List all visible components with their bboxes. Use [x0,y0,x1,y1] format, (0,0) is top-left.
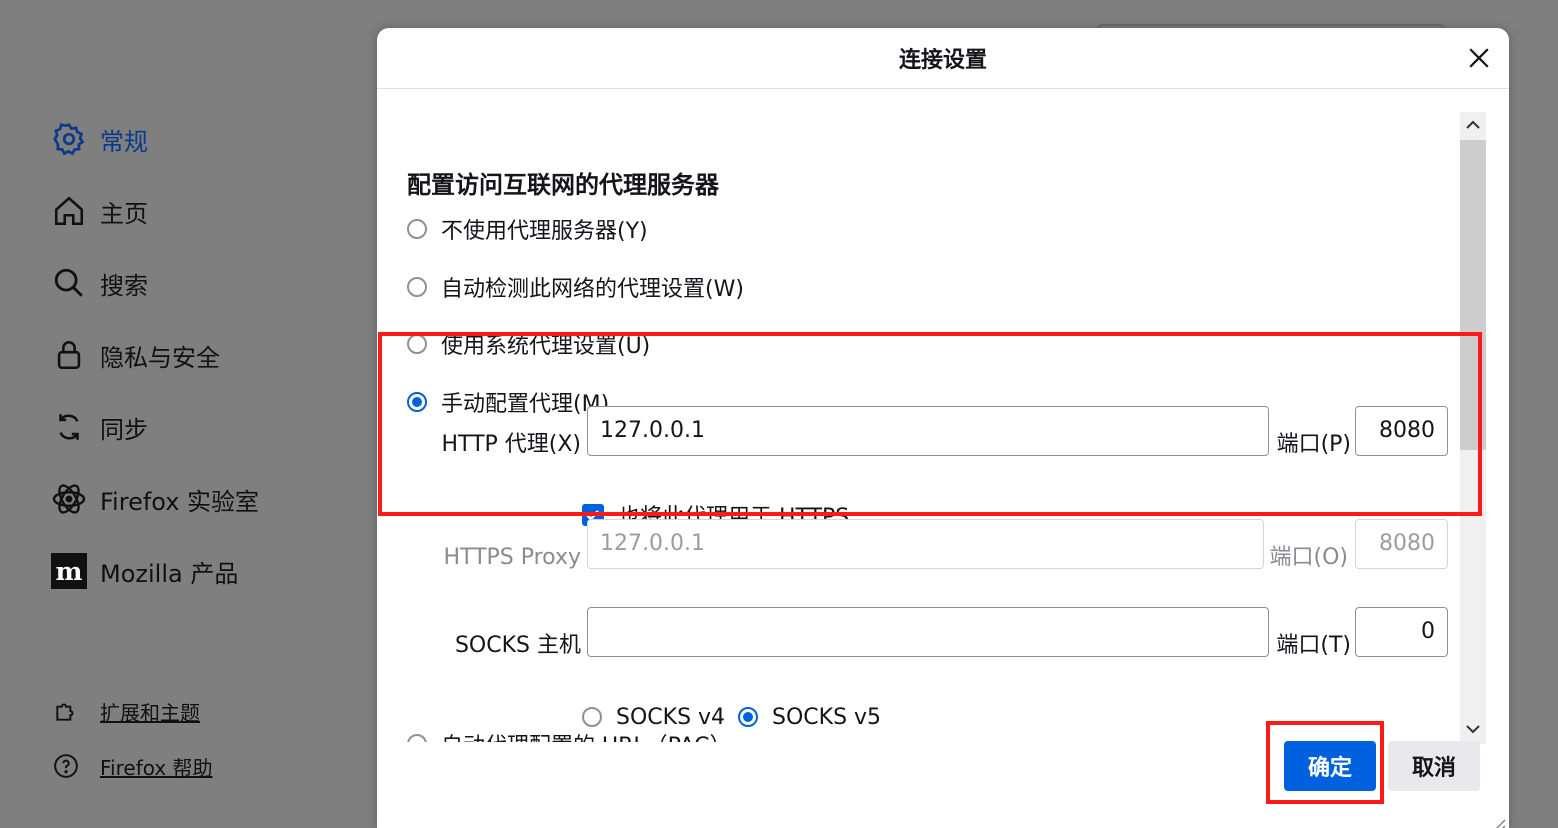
radio-label: 不使用代理服务器(Y) [441,219,648,244]
scroll-down-button[interactable] [1460,716,1486,742]
radio-pac-url[interactable]: 自动代理配置的 URL（PAC） [407,729,732,742]
section-title: 配置访问互联网的代理服务器 [407,171,719,199]
sidebar-item-label: 常规 [100,127,148,156]
help-icon [52,752,80,780]
chevron-down-icon [1466,725,1480,734]
firefox-help-link[interactable]: Firefox 帮助 [52,751,213,781]
sidebar-item-general[interactable]: 常规 [50,119,148,159]
close-button[interactable] [1463,42,1495,74]
sidebar-item-label: Mozilla 产品 [100,559,239,588]
sidebar-item-label: 搜索 [100,271,148,300]
sidebar: 常规 主页 搜索 隐私与安全 同步 Firefox 实验室 m Mozilla [0,0,370,813]
radio-label: SOCKS v4 [616,704,726,730]
cancel-button[interactable]: 取消 [1388,741,1480,791]
sidebar-item-labs[interactable]: Firefox 实验室 [50,479,259,519]
socks-port-input[interactable]: 0 [1355,607,1448,657]
labs-icon [50,480,88,518]
sidebar-item-sync[interactable]: 同步 [50,407,148,447]
socks-port-label: 端口(T) [1276,633,1351,658]
https-port-input[interactable]: 8080 [1355,519,1448,569]
highlight-manual-proxy [378,332,1482,516]
radio-label: 自动检测此网络的代理设置(W) [441,277,744,302]
puzzle-icon [52,697,80,725]
https-proxy-input[interactable]: 127.0.0.1 [587,519,1264,569]
lock-icon [50,336,88,374]
footer-link-label: Firefox 帮助 [100,755,213,780]
chevron-up-icon [1466,120,1480,129]
search-icon [50,264,88,302]
radio-button-selected[interactable] [738,707,758,727]
highlight-ok-button [1266,721,1384,804]
https-proxy-label: HTTPS Proxy [443,545,581,570]
close-icon [1469,48,1489,68]
dialog-header: 连接设置 [377,28,1509,89]
sidebar-item-label: 隐私与安全 [100,343,220,372]
sidebar-item-search[interactable]: 搜索 [50,263,148,303]
radio-auto-detect[interactable]: 自动检测此网络的代理设置(W) [407,272,744,302]
sidebar-item-privacy[interactable]: 隐私与安全 [50,335,220,375]
scroll-up-button[interactable] [1460,112,1486,138]
sidebar-item-mozilla[interactable]: m Mozilla 产品 [50,551,238,591]
connection-settings-dialog: 连接设置 配置访问互联网的代理服务器 不使用代理服务器(Y) 自动检测此网络的代… [377,28,1509,828]
radio-label: SOCKS v5 [772,704,882,730]
radio-label: 自动代理配置的 URL（PAC） [441,728,732,742]
radio-button[interactable] [582,707,602,727]
radio-button[interactable] [407,277,427,297]
svg-text:m: m [56,557,83,587]
radio-button[interactable] [407,219,427,239]
sidebar-item-home[interactable]: 主页 [50,191,148,231]
extensions-themes-link[interactable]: 扩展和主题 [52,696,200,726]
mozilla-icon: m [50,552,88,590]
radio-socks-v5[interactable]: SOCKS v5 [738,702,881,732]
sidebar-item-label: 同步 [100,415,148,444]
socks-host-label: SOCKS 主机 [454,633,581,658]
footer-link-label: 扩展和主题 [100,700,200,725]
socks-host-input[interactable] [587,607,1269,657]
https-port-label: 端口(O) [1269,545,1348,570]
dialog-title: 连接设置 [898,48,987,73]
home-icon [50,192,88,230]
gear-icon [50,120,88,158]
sidebar-item-label: 主页 [100,199,148,228]
sidebar-item-label: Firefox 实验室 [100,487,260,516]
resize-grip-icon[interactable] [1483,816,1507,828]
sync-icon [50,408,88,446]
radio-button[interactable] [407,734,427,742]
radio-no-proxy[interactable]: 不使用代理服务器(Y) [407,214,648,244]
